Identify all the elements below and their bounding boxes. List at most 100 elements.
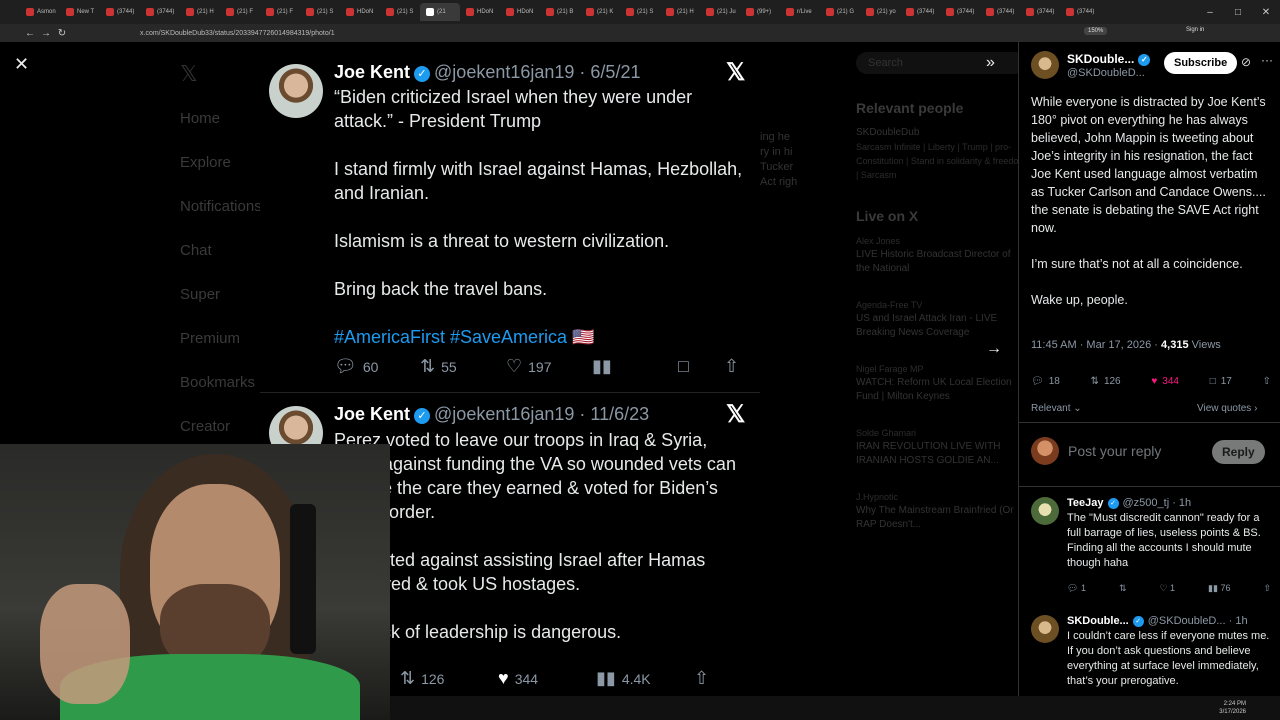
browser-tab[interactable]: (3744) bbox=[100, 3, 140, 21]
browser-tab[interactable]: (21 bbox=[420, 3, 460, 21]
tab-favicon-icon bbox=[946, 8, 954, 16]
collapse-panel-icon[interactable]: » bbox=[986, 54, 995, 72]
subscribe-button[interactable]: Subscribe bbox=[1164, 52, 1238, 74]
hashtags[interactable]: #AmericaFirst #SaveAmerica 🇺🇸 bbox=[334, 325, 744, 349]
reply-sort-dropdown[interactable]: Relevant ⌄ bbox=[1031, 403, 1082, 414]
bookmark-button[interactable]: □ 17 bbox=[1210, 376, 1232, 387]
back-icon[interactable]: ← bbox=[22, 28, 38, 39]
tab-favicon-icon bbox=[666, 8, 674, 16]
like-button[interactable]: ♥ 344 bbox=[1151, 376, 1179, 387]
browser-tab[interactable]: (21) G bbox=[820, 3, 860, 21]
chevron-down-icon: ⌄ bbox=[1073, 403, 1082, 414]
repost-icon: ⇅ bbox=[1118, 583, 1127, 593]
tweet-author-name: Joe Kent bbox=[334, 62, 411, 82]
avatar bbox=[1031, 437, 1059, 465]
live-item: Solde Ghamari IRAN REVOLUTION LIVE WITH I… bbox=[856, 428, 1001, 466]
browser-tab[interactable]: (3744) bbox=[1060, 3, 1100, 21]
post-detail-pane: SKDouble... ✓ @SKDoubleD... Subscribe ⊘ ·… bbox=[1018, 42, 1280, 696]
tab-favicon-icon bbox=[266, 8, 274, 16]
browser-tab[interactable]: (3744) bbox=[940, 3, 980, 21]
author-handle[interactable]: @SKDoubleD... bbox=[1067, 67, 1145, 79]
maximize-icon[interactable]: □ bbox=[1224, 0, 1252, 24]
zoom-level[interactable]: 150% bbox=[1084, 27, 1108, 35]
browser-tab[interactable]: (21) H bbox=[660, 3, 700, 21]
next-photo-icon[interactable]: → bbox=[986, 340, 1002, 358]
address-bar[interactable]: x.com/SKDoubleDub33/status/2033947726014… bbox=[140, 30, 335, 37]
browser-tab[interactable]: New T bbox=[60, 3, 100, 21]
verified-icon: ✓ bbox=[414, 66, 431, 82]
tweet-handle: @joekent16jan19 bbox=[434, 404, 575, 424]
browser-tab[interactable]: (21) S bbox=[380, 3, 420, 21]
background-post-snippet: ing he ry in hi Tucker Act righ bbox=[760, 131, 798, 188]
browser-tab[interactable]: (21) F bbox=[260, 3, 300, 21]
post-meta: 11:45 AM · Mar 17, 2026 · 4,315 Views bbox=[1031, 339, 1221, 351]
reply-input[interactable]: Post your reply bbox=[1068, 443, 1161, 459]
views-icon: ▮▮ bbox=[1208, 583, 1218, 593]
browser-tab[interactable]: HDoN bbox=[340, 3, 380, 21]
browser-tab[interactable]: Asmon bbox=[20, 3, 60, 21]
reply-author-name[interactable]: TeeJay bbox=[1067, 497, 1104, 509]
forward-icon[interactable]: → bbox=[38, 28, 54, 39]
taskbar: 2:24 PM 3/17/2026 bbox=[390, 696, 1280, 720]
browser-tab[interactable]: (21) S bbox=[300, 3, 340, 21]
browser-tab[interactable]: (3744) bbox=[1020, 3, 1060, 21]
reply-button[interactable]: 💬︎ 18 bbox=[1031, 376, 1060, 387]
author-name[interactable]: SKDouble... ✓ bbox=[1067, 52, 1154, 66]
browser-tab[interactable]: (3744) bbox=[140, 3, 180, 21]
like-icon: ♡ bbox=[506, 356, 523, 376]
reply-handle: @z500_tj bbox=[1122, 497, 1170, 509]
live-item: J.Hypnotic Why The Mainstream Brainfried … bbox=[856, 492, 1014, 530]
browser-tab[interactable]: (3744) bbox=[980, 3, 1020, 21]
divider bbox=[260, 392, 760, 393]
repost-button[interactable]: ⇅ 126 bbox=[1091, 376, 1121, 387]
browser-tab[interactable]: (21) H bbox=[180, 3, 220, 21]
tab-favicon-icon bbox=[306, 8, 314, 16]
system-clock: 2:24 PM 3/17/2026 bbox=[1219, 701, 1246, 715]
post-timestamp[interactable]: 11:45 AM · Mar 17, 2026 · bbox=[1031, 339, 1158, 351]
microphone bbox=[290, 504, 316, 654]
browser-tab[interactable]: HDoN bbox=[460, 3, 500, 21]
browser-tab-strip: Asmon New T (3744) (3744) (21) H (21) F (21) F… bbox=[0, 0, 1280, 24]
avatar[interactable] bbox=[1031, 497, 1059, 525]
avatar[interactable] bbox=[1031, 615, 1059, 643]
reply-author-name[interactable]: SKDouble... bbox=[1067, 615, 1129, 627]
reply-submit-button[interactable]: Reply bbox=[1212, 440, 1265, 464]
view-quotes-link[interactable]: View quotes › bbox=[1197, 403, 1257, 414]
close-window-icon[interactable]: ✕ bbox=[1252, 0, 1280, 24]
background-sidebar: Search Relevant people SKDoubleDub Sarca… bbox=[856, 52, 1026, 554]
tweet-text: “Biden criticized Israel when they were … bbox=[334, 87, 744, 349]
like-icon: ♥ bbox=[498, 668, 509, 688]
verified-icon: ✓ bbox=[414, 408, 431, 424]
post-text: While everyone is distracted by Joe Kent… bbox=[1031, 95, 1266, 307]
browser-tab[interactable]: HDoN bbox=[500, 3, 540, 21]
share-button[interactable]: ⇧ bbox=[1263, 376, 1271, 387]
tab-favicon-icon bbox=[786, 8, 794, 16]
more-icon[interactable]: ··· bbox=[1261, 53, 1273, 67]
avatar bbox=[269, 64, 323, 118]
grok-icon[interactable]: ⊘ bbox=[1241, 55, 1251, 69]
browser-tab[interactable]: (21) S bbox=[620, 3, 660, 21]
like-icon: ♡ bbox=[1159, 583, 1168, 593]
browser-tab[interactable]: (21) B bbox=[540, 3, 580, 21]
verified-icon: ✓ bbox=[1107, 498, 1119, 509]
avatar[interactable] bbox=[1031, 51, 1059, 79]
repost-icon: ⇅ bbox=[420, 356, 436, 376]
browser-tab[interactable]: (21) Ju bbox=[700, 3, 740, 21]
browser-tab[interactable]: (21) K bbox=[580, 3, 620, 21]
tab-favicon-icon bbox=[706, 8, 714, 16]
reply-icon: 💬︎ bbox=[1031, 376, 1044, 387]
browser-tab[interactable]: r/Live bbox=[780, 3, 820, 21]
tab-favicon-icon bbox=[146, 8, 154, 16]
tweet-handle: @joekent16jan19 bbox=[434, 62, 575, 82]
verified-icon: ✓ bbox=[1132, 616, 1144, 627]
browser-tab[interactable]: (3744) bbox=[900, 3, 940, 21]
minimize-icon[interactable]: – bbox=[1196, 0, 1224, 24]
browser-tab[interactable]: (99+) bbox=[740, 3, 780, 21]
tab-favicon-icon bbox=[186, 8, 194, 16]
browser-tab[interactable]: (21) yo bbox=[860, 3, 900, 21]
sign-in-button[interactable]: Sign in bbox=[1186, 27, 1204, 33]
reload-icon[interactable]: ↻ bbox=[54, 28, 70, 39]
browser-tab[interactable]: (21) F bbox=[220, 3, 260, 21]
close-icon[interactable]: ✕ bbox=[14, 54, 29, 75]
reply-handle: @SKDoubleD... bbox=[1147, 615, 1226, 627]
